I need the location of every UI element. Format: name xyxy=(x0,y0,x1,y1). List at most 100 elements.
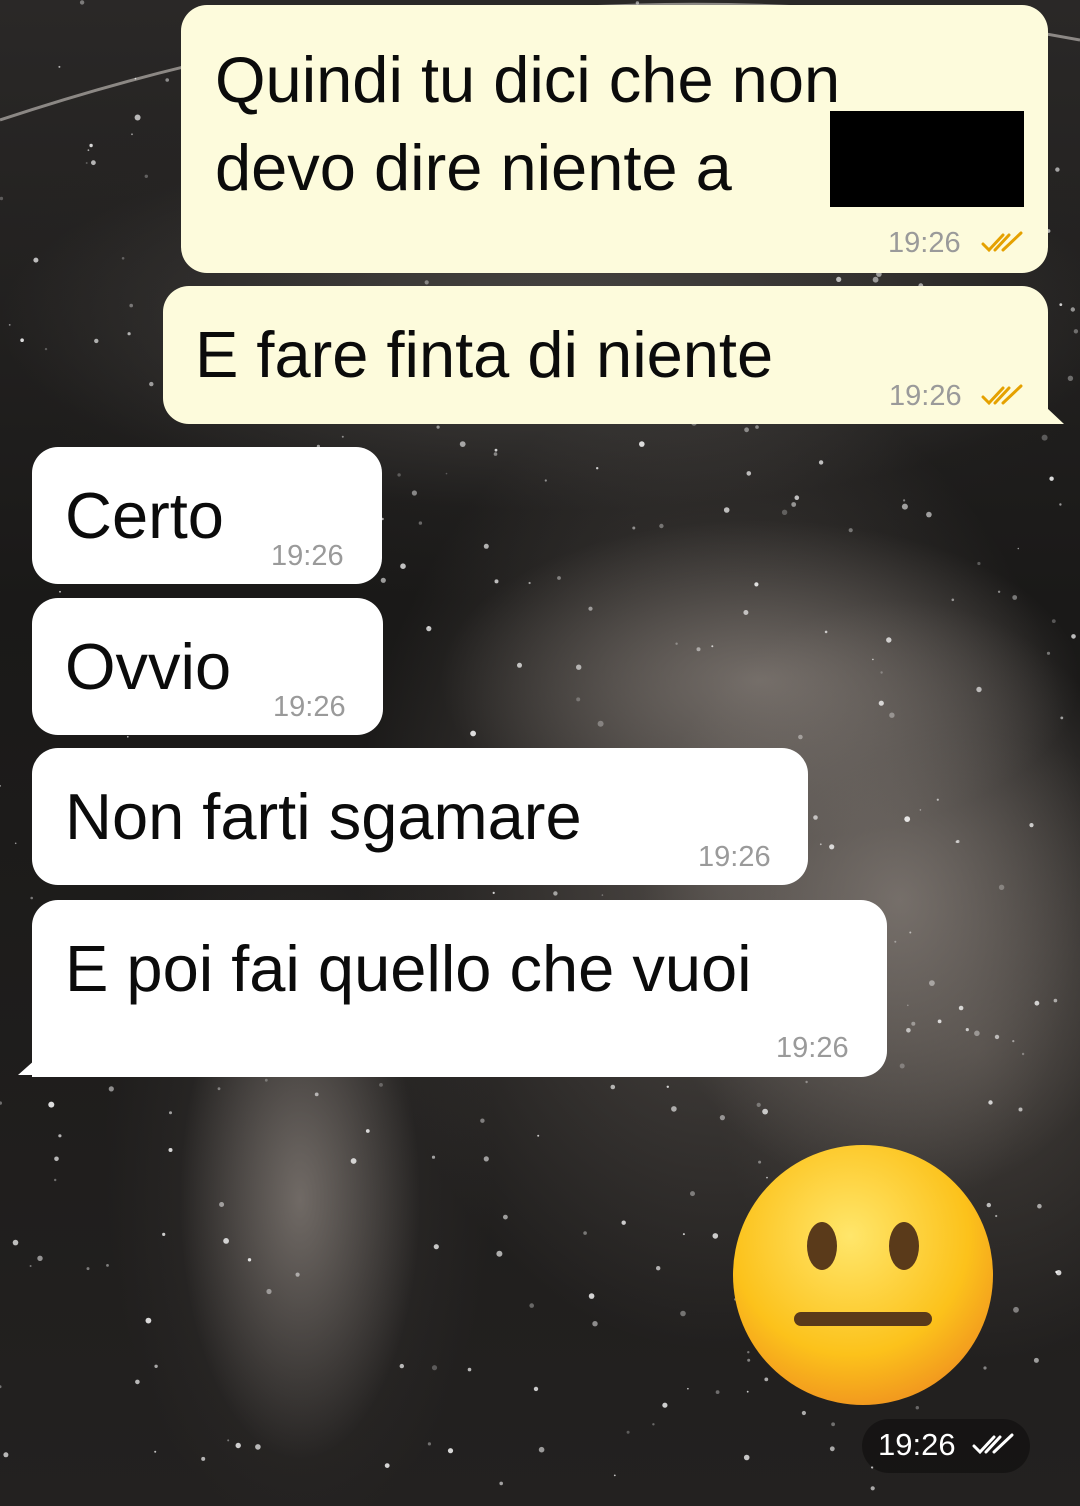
rain-speckle xyxy=(610,1084,616,1090)
rain-speckle xyxy=(911,1021,916,1026)
rain-speckle xyxy=(723,507,730,513)
rain-speckle xyxy=(129,303,133,308)
rain-speckle xyxy=(1049,476,1054,481)
rain-speckle xyxy=(3,1452,9,1458)
rain-speckle xyxy=(134,77,137,80)
rain-speckle xyxy=(537,1134,540,1137)
rain-speckle xyxy=(480,1118,485,1123)
rain-speckle xyxy=(743,1454,750,1461)
rain-speckle xyxy=(798,734,803,740)
rain-speckle xyxy=(503,1214,508,1220)
rain-speckle xyxy=(848,528,853,533)
rain-speckle xyxy=(121,257,125,260)
rain-speckle xyxy=(445,472,448,475)
rain-speckle xyxy=(379,1083,383,1087)
rain-speckle xyxy=(496,1250,503,1257)
rain-speckle xyxy=(872,658,874,661)
rain-speckle xyxy=(878,700,884,706)
rain-speckle xyxy=(746,471,752,476)
rain-speckle xyxy=(427,1442,431,1446)
rain-speckle xyxy=(492,891,495,895)
message-time: 19:26 xyxy=(878,1427,956,1462)
rain-speckle xyxy=(901,503,908,510)
rain-speckle xyxy=(108,1086,114,1092)
rain-speckle xyxy=(1041,434,1048,441)
rain-speckle xyxy=(436,425,440,429)
rain-speckle xyxy=(872,276,879,283)
incoming-message-bubble[interactable]: Ovvio 19:26 xyxy=(32,598,383,735)
rain-speckle xyxy=(671,1106,677,1112)
rain-speckle xyxy=(58,65,61,68)
rain-speckle xyxy=(467,1367,472,1372)
rain-speckle xyxy=(719,1115,726,1121)
rain-speckle xyxy=(1018,1107,1023,1112)
rain-speckle xyxy=(135,1379,140,1385)
rain-speckle xyxy=(675,642,678,645)
rain-speckle xyxy=(12,1239,19,1246)
rain-speckle xyxy=(743,610,749,615)
rain-speckle xyxy=(1070,307,1076,312)
rain-speckle xyxy=(682,1233,685,1236)
rain-speckle xyxy=(529,1303,534,1308)
rain-speckle xyxy=(639,441,645,447)
rain-speckle xyxy=(1059,303,1063,306)
rain-speckle xyxy=(295,1272,300,1277)
incoming-message-bubble[interactable]: Certo 19:26 xyxy=(32,447,382,584)
rain-speckle xyxy=(886,637,892,643)
rain-speckle xyxy=(380,577,386,583)
rain-speckle xyxy=(1055,167,1060,172)
rain-speckle xyxy=(712,1233,719,1239)
rain-speckle xyxy=(20,338,24,343)
rain-speckle xyxy=(907,1004,909,1007)
rain-speckle xyxy=(696,647,701,652)
rain-speckle xyxy=(588,1293,595,1299)
rain-speckle xyxy=(44,347,48,351)
rain-speckle xyxy=(870,1486,875,1491)
rain-speckle xyxy=(365,1129,370,1133)
rain-speckle xyxy=(632,526,636,530)
rain-speckle xyxy=(154,1364,158,1369)
incoming-message-bubble[interactable]: Non farti sgamare 19:26 xyxy=(32,748,808,885)
rain-speckle xyxy=(8,324,11,326)
rain-speckle xyxy=(219,1202,225,1207)
rain-speckle xyxy=(1012,1040,1015,1043)
message-text: Certo xyxy=(65,479,224,552)
rain-speckle xyxy=(994,1034,1000,1040)
rain-speckle xyxy=(824,630,828,634)
rain-speckle xyxy=(1067,375,1074,381)
rain-speckle xyxy=(666,1085,669,1089)
double-check-read-icon xyxy=(981,384,1023,406)
rain-speckle xyxy=(583,1231,587,1235)
neutral-face-emoji[interactable] xyxy=(730,1142,996,1408)
incoming-message-bubble[interactable]: E poi fai quello che vuoi 19:26 xyxy=(32,900,887,1077)
rain-speckle xyxy=(626,1430,630,1434)
rain-speckle xyxy=(483,543,489,549)
rain-speckle xyxy=(791,502,797,507)
rain-speckle xyxy=(899,1063,905,1069)
rain-speckle xyxy=(384,1463,390,1468)
rain-speckle xyxy=(889,712,895,718)
rain-speckle xyxy=(86,1267,90,1271)
rain-speckle xyxy=(483,1156,489,1162)
rain-speckle xyxy=(201,1456,206,1461)
rain-speckle xyxy=(715,1390,720,1394)
rain-speckle xyxy=(411,490,417,496)
rain-speckle xyxy=(85,162,88,164)
rain-speckle xyxy=(818,460,824,465)
rain-speckle xyxy=(613,1474,616,1477)
rain-speckle xyxy=(831,1422,835,1427)
message-text-line: devo dire niente a xyxy=(215,131,732,204)
outgoing-message-bubble[interactable]: E fare finta di niente 19:26 xyxy=(163,286,1048,424)
rain-speckle xyxy=(909,931,912,934)
rain-speckle xyxy=(0,1101,2,1105)
rain-speckle xyxy=(903,499,906,502)
double-check-delivered-icon xyxy=(972,1433,1014,1455)
rain-speckle xyxy=(127,736,129,738)
outgoing-message-bubble[interactable]: Quindi tu dici che non devo dire niente … xyxy=(181,5,1048,273)
rain-speckle xyxy=(433,1244,439,1250)
message-text: E poi fai quello che vuoi xyxy=(65,932,752,1005)
rain-speckle xyxy=(91,160,96,166)
rain-speckle xyxy=(998,884,1005,890)
rain-speckle xyxy=(149,381,154,387)
rain-speckle xyxy=(744,427,749,433)
